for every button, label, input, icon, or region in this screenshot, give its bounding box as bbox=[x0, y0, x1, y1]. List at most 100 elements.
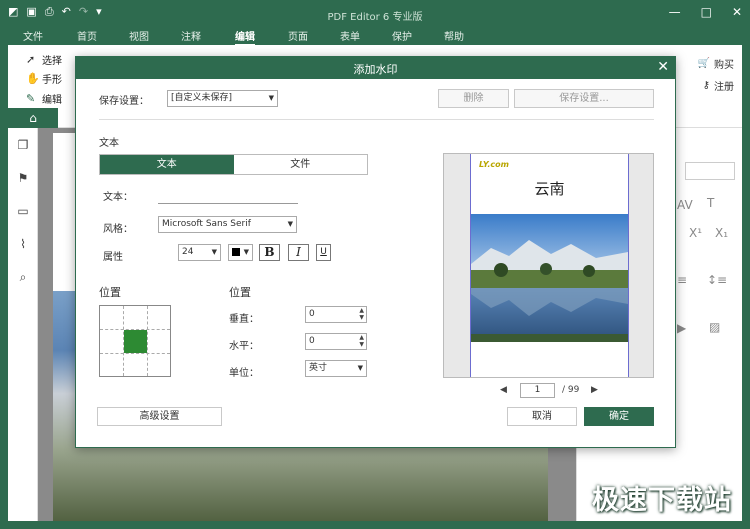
character-spacing-icon[interactable]: AV bbox=[677, 198, 693, 212]
watermark-preview: LY.com 云南 bbox=[443, 153, 654, 378]
bold-button[interactable]: B bbox=[259, 244, 280, 261]
subscript-icon[interactable]: X₁ bbox=[715, 226, 728, 240]
underline-button[interactable]: U bbox=[316, 244, 331, 261]
prev-page-icon[interactable]: ◀ bbox=[500, 385, 507, 395]
maximize-icon[interactable]: □ bbox=[701, 5, 712, 19]
font-value: Microsoft Sans Serif bbox=[162, 219, 251, 229]
horizontal-value: 0 bbox=[309, 336, 315, 346]
menu-view[interactable]: 视图 bbox=[129, 28, 149, 43]
line-spacing-icon[interactable]: ↕≡ bbox=[707, 273, 727, 287]
stepper-arrows-icon[interactable]: ▲ ▼ bbox=[359, 334, 364, 348]
key-icon: ⚷ bbox=[702, 80, 710, 91]
align-icon[interactable]: ≡ bbox=[677, 273, 687, 287]
position-grid bbox=[99, 305, 171, 377]
color-picker[interactable]: ▼ bbox=[228, 244, 253, 261]
menu-page[interactable]: 页面 bbox=[288, 28, 308, 43]
unit-select[interactable]: 英寸 ▼ bbox=[305, 360, 367, 377]
grid-line bbox=[100, 353, 170, 354]
bookmark-icon[interactable]: ⚑ bbox=[16, 171, 30, 185]
text-input-underline bbox=[158, 203, 298, 204]
position-grid-title: 位置 bbox=[99, 286, 121, 299]
site-watermark: 极速下载站 bbox=[592, 485, 732, 516]
font-size-value: 24 bbox=[182, 247, 194, 257]
home-tab[interactable]: ⌂ bbox=[8, 108, 58, 128]
chevron-down-icon: ▼ bbox=[287, 220, 293, 228]
edit-tool[interactable]: ✎ 编辑 bbox=[26, 91, 62, 106]
tab-text[interactable]: 文本 bbox=[100, 155, 234, 174]
vertical-label: 垂直： bbox=[229, 314, 259, 325]
delete-button[interactable]: 删除 bbox=[438, 89, 509, 108]
next-page-icon[interactable]: ▶ bbox=[591, 385, 598, 395]
advanced-settings-button[interactable]: 高级设置 bbox=[97, 407, 222, 426]
edit-tool-label: 编辑 bbox=[42, 95, 62, 106]
menu-annotate[interactable]: 注释 bbox=[181, 28, 201, 43]
menu-file[interactable]: 文件 bbox=[23, 28, 43, 43]
menu-edit[interactable]: 编辑 bbox=[235, 28, 255, 46]
home-icon: ⌂ bbox=[29, 111, 37, 125]
total-pages: / 99 bbox=[562, 385, 580, 395]
divider bbox=[99, 119, 654, 120]
menu-home[interactable]: 首页 bbox=[77, 28, 97, 43]
left-sidebar: ❐ ⚑ ▭ ⌇ ⌕ bbox=[8, 128, 38, 521]
page-number-input[interactable]: 1 bbox=[520, 383, 555, 398]
comment-icon[interactable]: ▭ bbox=[16, 204, 30, 218]
buy-button[interactable]: 🛒 购买 bbox=[698, 56, 734, 71]
hand-tool[interactable]: ✋ 手形 bbox=[26, 71, 62, 86]
minimize-icon[interactable]: — bbox=[669, 5, 681, 19]
attribute-label: 属性 bbox=[103, 252, 123, 263]
style-label: 风格： bbox=[103, 224, 133, 235]
font-dropdown[interactable] bbox=[685, 162, 735, 180]
ok-button[interactable]: 确定 bbox=[584, 407, 654, 426]
save-settings-label: 保存设置： bbox=[99, 96, 149, 107]
chevron-down-icon: ▼ bbox=[357, 364, 363, 372]
italic-button[interactable]: I bbox=[288, 244, 309, 261]
add-watermark-dialog: 添加水印 ✕ 保存设置： [自定义未保存] ▼ 删除 保存设置... 文本 文本… bbox=[75, 56, 676, 448]
superscript-icon[interactable]: X¹ bbox=[689, 226, 702, 240]
buy-label: 购买 bbox=[714, 60, 734, 71]
stepper-arrows-icon[interactable]: ▲ ▼ bbox=[359, 307, 364, 321]
select-tool[interactable]: ➚ 选择 bbox=[26, 52, 62, 67]
menu-help[interactable]: 帮助 bbox=[444, 28, 464, 43]
grid-line bbox=[147, 306, 148, 376]
attachment-icon[interactable]: ⌇ bbox=[16, 237, 30, 251]
preview-logo: LY.com bbox=[479, 160, 509, 169]
text-label: 文本： bbox=[103, 192, 133, 203]
preview-heading: 云南 bbox=[534, 180, 565, 198]
save-settings-button[interactable]: 保存设置... bbox=[514, 89, 654, 108]
play-icon[interactable]: ▶ bbox=[677, 321, 686, 335]
cancel-button[interactable]: 取消 bbox=[507, 407, 577, 426]
chevron-down-icon: ▼ bbox=[268, 94, 274, 102]
preset-select[interactable]: [自定义未保存] ▼ bbox=[167, 90, 278, 107]
preview-landscape-image bbox=[471, 214, 628, 342]
hand-icon: ✋ bbox=[26, 71, 40, 85]
dialog-title: 添加水印 bbox=[353, 63, 398, 76]
font-select[interactable]: Microsoft Sans Serif ▼ bbox=[158, 216, 297, 233]
font-size-select[interactable]: 24 ▼ bbox=[178, 244, 221, 261]
image-icon[interactable]: ▨ bbox=[709, 320, 720, 334]
source-type-toggle: 文本 文件 bbox=[99, 154, 368, 175]
window-controls: — □ ✕ bbox=[669, 5, 742, 19]
position-offset-title: 位置 bbox=[229, 286, 251, 299]
pages-icon[interactable]: ❐ bbox=[16, 138, 30, 152]
register-button[interactable]: ⚷ 注册 bbox=[703, 78, 734, 93]
cursor-icon: ➚ bbox=[26, 52, 36, 66]
text-box-icon[interactable]: T bbox=[707, 196, 714, 210]
vertical-value: 0 bbox=[309, 309, 315, 319]
text-input[interactable] bbox=[158, 188, 298, 202]
position-center-selected[interactable] bbox=[124, 330, 147, 353]
horizontal-label: 水平： bbox=[229, 341, 259, 352]
unit-label: 单位： bbox=[229, 368, 259, 379]
hand-tool-label: 手形 bbox=[42, 75, 62, 86]
app-title: PDF Editor 6 专业版 bbox=[327, 12, 423, 23]
menu-form[interactable]: 表单 bbox=[340, 28, 360, 43]
close-window-icon[interactable]: ✕ bbox=[732, 5, 742, 19]
color-swatch bbox=[232, 248, 240, 256]
horizontal-input[interactable]: 0 ▲ ▼ bbox=[305, 333, 367, 350]
close-icon[interactable]: ✕ bbox=[657, 59, 669, 75]
menu-protect[interactable]: 保护 bbox=[392, 28, 412, 43]
search-icon[interactable]: ⌕ bbox=[16, 270, 30, 284]
chevron-down-icon: ▼ bbox=[211, 248, 217, 256]
vertical-input[interactable]: 0 ▲ ▼ bbox=[305, 306, 367, 323]
preview-page: LY.com 云南 bbox=[470, 154, 629, 377]
tab-file[interactable]: 文件 bbox=[233, 155, 367, 174]
